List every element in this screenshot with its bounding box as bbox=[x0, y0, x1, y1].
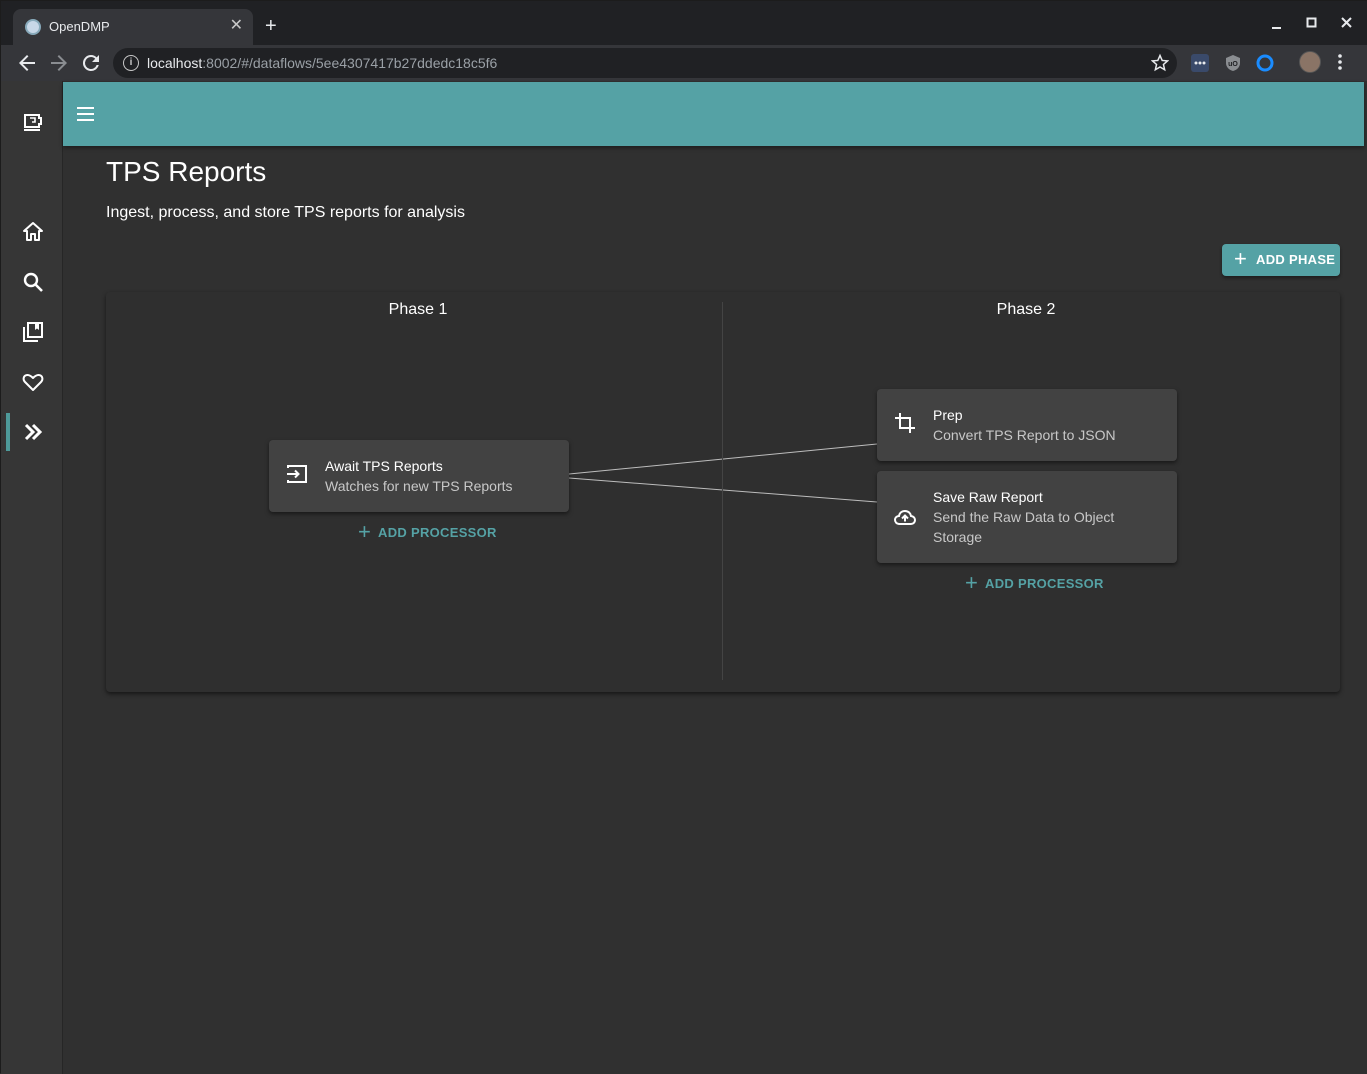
processor-description: Send the Raw Data to Object Storage bbox=[933, 509, 1115, 545]
favicon-icon bbox=[25, 19, 41, 35]
app-bar bbox=[63, 82, 1364, 146]
url-text[interactable]: localhost:8002/#/dataflows/5ee4307417b27… bbox=[147, 55, 497, 71]
connector-line bbox=[568, 477, 878, 503]
processor-name: Save Raw Report bbox=[933, 489, 1043, 505]
plus-icon: + bbox=[965, 570, 979, 595]
page-title: TPS Reports bbox=[106, 156, 267, 187]
collections-icon[interactable] bbox=[21, 320, 45, 344]
processor-description: Convert TPS Report to JSON bbox=[933, 427, 1116, 443]
minimize-icon[interactable] bbox=[1271, 19, 1283, 31]
address-bar[interactable]: i localhost:8002/#/dataflows/5ee4307417b… bbox=[113, 48, 1177, 78]
forward-icon[interactable] bbox=[47, 51, 71, 75]
phase-title: Phase 2 bbox=[996, 301, 1056, 318]
cloud-upload-icon bbox=[893, 509, 917, 525]
tab-title: OpenDMP bbox=[49, 19, 110, 34]
add-processor-button[interactable]: + ADD PROCESSOR bbox=[358, 519, 498, 546]
maximize-icon[interactable] bbox=[1306, 17, 1318, 29]
browser-tab[interactable]: OpenDMP ✕ bbox=[13, 9, 253, 45]
site-info-icon[interactable]: i bbox=[123, 55, 139, 71]
processor-name: Await TPS Reports bbox=[325, 458, 443, 474]
sidebar bbox=[1, 81, 63, 1074]
processor-card[interactable]: Save Raw Report Send the Raw Data to Obj… bbox=[877, 471, 1177, 563]
heart-icon[interactable] bbox=[21, 370, 45, 394]
input-icon bbox=[287, 465, 307, 483]
add-phase-label: ADD PHASE bbox=[1256, 252, 1336, 267]
dataflow-panel: Phase 1 Phase 2 Await TPS Reports Watche… bbox=[106, 292, 1340, 692]
browser-window: OpenDMP ✕ + i localhost:8002/#/dataflows… bbox=[0, 0, 1367, 1074]
add-processor-label: ADD PROCESSOR bbox=[985, 576, 1104, 591]
url-path: :8002/#/dataflows/5ee4307417b27ddedc18c5… bbox=[202, 55, 498, 71]
bookmark-star-icon[interactable] bbox=[1151, 52, 1169, 74]
back-icon[interactable] bbox=[15, 51, 39, 75]
plus-icon: + bbox=[1234, 246, 1248, 271]
extension-ublock-icon[interactable]: uO bbox=[1224, 54, 1242, 72]
crop-icon bbox=[895, 413, 915, 433]
tab-close-icon[interactable]: ✕ bbox=[230, 17, 243, 35]
home-icon[interactable] bbox=[21, 220, 45, 244]
phase-title: Phase 1 bbox=[388, 301, 448, 318]
add-processor-label: ADD PROCESSOR bbox=[378, 525, 497, 540]
browser-menu-icon[interactable] bbox=[1337, 51, 1343, 73]
coffee-logo-icon[interactable] bbox=[21, 111, 45, 135]
connector-line bbox=[568, 443, 878, 475]
extension-password-icon[interactable] bbox=[1191, 54, 1209, 72]
add-phase-button[interactable]: + ADD PHASE bbox=[1222, 244, 1340, 276]
page-description: Ingest, process, and store TPS reports f… bbox=[106, 204, 465, 221]
new-tab-button[interactable]: + bbox=[265, 15, 277, 37]
tab-strip: OpenDMP ✕ + bbox=[1, 1, 1367, 45]
svg-text:uO: uO bbox=[1228, 61, 1238, 68]
processor-description: Watches for new TPS Reports bbox=[325, 478, 513, 494]
browser-toolbar: i localhost:8002/#/dataflows/5ee4307417b… bbox=[1, 45, 1367, 81]
extension-circle-icon[interactable] bbox=[1256, 54, 1274, 72]
add-processor-button[interactable]: + ADD PROCESSOR bbox=[965, 570, 1105, 597]
processor-card[interactable]: Prep Convert TPS Report to JSON bbox=[877, 389, 1177, 461]
sidebar-active-indicator bbox=[6, 413, 10, 451]
search-icon[interactable] bbox=[21, 270, 45, 294]
profile-avatar[interactable] bbox=[1299, 51, 1321, 73]
reload-icon[interactable] bbox=[79, 51, 103, 75]
processor-card[interactable]: Await TPS Reports Watches for new TPS Re… bbox=[269, 440, 569, 512]
url-host: localhost bbox=[147, 55, 203, 71]
close-window-icon[interactable] bbox=[1341, 17, 1353, 29]
hamburger-menu-icon[interactable] bbox=[75, 102, 95, 126]
plus-icon: + bbox=[358, 519, 372, 544]
phase-divider bbox=[722, 302, 723, 680]
main-content: TPS Reports Ingest, process, and store T… bbox=[63, 146, 1367, 1074]
app-root: TPS Reports Ingest, process, and store T… bbox=[1, 81, 1367, 1074]
processor-name: Prep bbox=[933, 407, 963, 423]
chevron-double-right-icon[interactable] bbox=[21, 420, 45, 444]
